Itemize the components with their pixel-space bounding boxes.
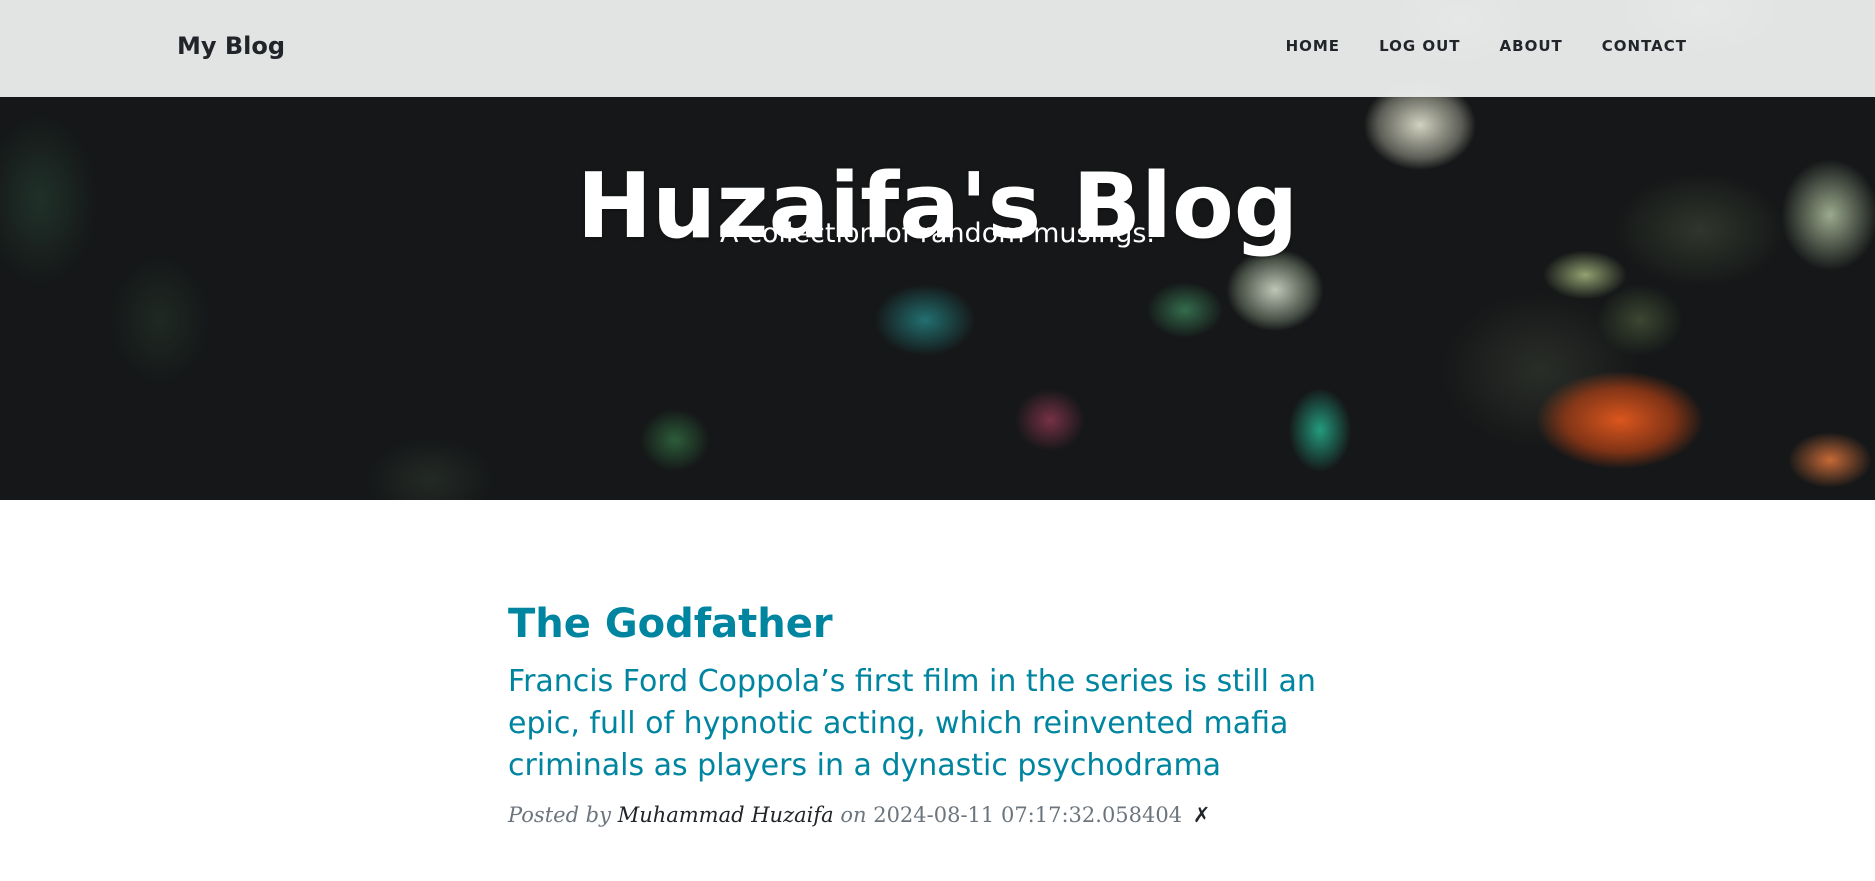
nav-links: HOME LOG OUT ABOUT CONTACT (1286, 34, 1687, 58)
post-preview: The Godfather Francis Ford Coppola’s fir… (508, 595, 1368, 852)
site-subheading: A collection of random musings. (720, 218, 1155, 249)
post-meta-prefix: Posted by (508, 803, 611, 827)
nav-logout-link[interactable]: LOG OUT (1379, 34, 1460, 58)
main-navbar: My Blog HOME LOG OUT ABOUT CONTACT (0, 0, 1875, 97)
post-link[interactable]: The Godfather Francis Ford Coppola’s fir… (508, 595, 1368, 787)
nav-home-link[interactable]: HOME (1286, 34, 1340, 58)
post-title[interactable]: The Godfather (508, 595, 1368, 653)
delete-post-icon[interactable]: ✗ (1193, 803, 1211, 827)
post-author-link[interactable]: Muhammad Huzaifa (618, 803, 834, 827)
post-date: 2024-08-11 07:17:32.058404 (873, 803, 1183, 827)
post-meta: Posted by Muhammad Huzaifa on 2024-08-11… (508, 799, 1368, 831)
brand-link[interactable]: My Blog (177, 28, 285, 64)
nav-about-link[interactable]: ABOUT (1500, 34, 1563, 58)
nav-contact-link[interactable]: CONTACT (1602, 34, 1687, 58)
post-meta-on: on (840, 803, 867, 827)
post-subtitle[interactable]: Francis Ford Coppola’s first film in the… (508, 661, 1368, 787)
